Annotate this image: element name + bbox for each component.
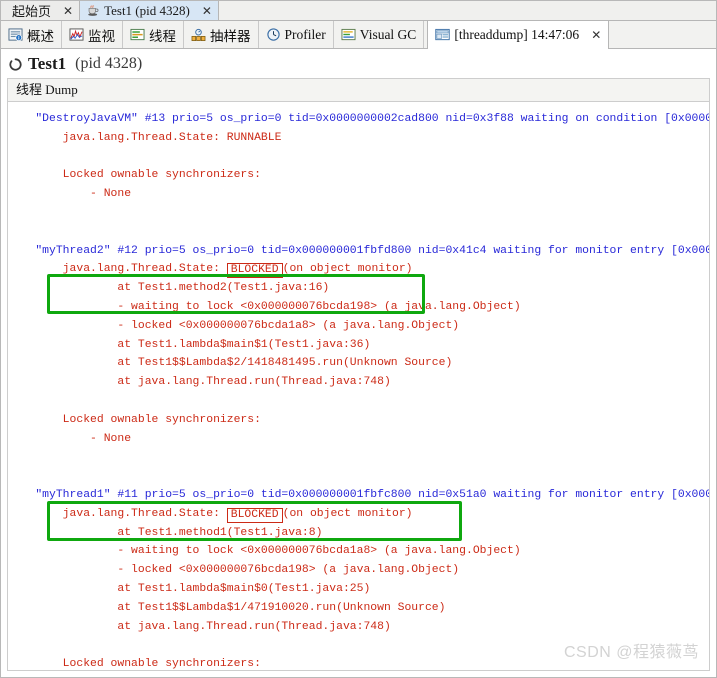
dump-line: at Test1$$Lambda$1/471910020.run(Unknown… [8,601,446,614]
document-tab-test1[interactable]: Test1 (pid 4328) ✕ [80,1,219,20]
profiler-clock-icon [266,27,281,42]
tab-label: Profiler [284,26,326,42]
document-tab-start-page[interactable]: 起始页 ✕ [1,1,81,20]
dump-line: at Test1.method2(Test1.java:16) [8,282,330,295]
thread-header-line: "myThread2" #12 prio=5 os_prio=0 tid=0x0… [35,244,709,257]
dump-line: java.lang.Thread.State: BLOCKED (on objec… [8,507,413,523]
view-tab-bar: 概述 监视 线程 抽样器 Profiler Visual GC [threadd… [1,21,716,49]
dump-line: java.lang.Thread.State: BLOCKED (on objec… [8,263,413,279]
thread-dump-text: "DestroyJavaVM" #13 prio=5 os_prio=0 tid… [8,102,709,670]
page-title-pid: (pid 4328) [75,55,143,72]
visualvm-window: 起始页 ✕ Test1 (pid 4328) ✕ 概述 监视 线程 抽样器 Pr… [0,0,717,678]
dump-line: at Test1$$Lambda$2/1418481495.run(Unknow… [8,357,453,370]
document-tab-label: 起始页 [12,4,52,19]
thread-header-line: "myThread1" #11 prio=5 os_prio=0 tid=0x0… [35,488,709,501]
document-tab-bar: 起始页 ✕ Test1 (pid 4328) ✕ [1,1,716,21]
tab-label: 抽样器 [210,28,251,44]
threads-icon [130,28,145,42]
dump-line: - waiting to lock <0x000000076bcda1a8> (… [8,545,521,558]
dump-line: - None [8,432,132,445]
dump-line: java.lang.Thread.State: RUNNABLE [8,131,282,144]
document-tab-label: Test1 (pid 4328) [104,2,190,18]
thread-state-badge: BLOCKED [226,507,283,523]
java-coffee-icon [87,4,100,17]
overview-icon [8,27,23,42]
tab-overview[interactable]: 概述 [1,21,62,48]
close-icon[interactable]: ✕ [202,5,212,17]
sampler-icon [191,28,206,42]
thread-state-badge: BLOCKED [226,263,283,279]
watermark: CSDN @程猿薇茑 [563,644,699,661]
dump-line: - None [8,188,132,201]
dump-line: - waiting to lock <0x000000076bcda198> (… [8,300,521,313]
tab-threads[interactable]: 线程 [123,21,184,48]
dump-line: - locked <0x000000076bcda1a8> (a java.la… [8,319,460,332]
thread-header-line: "DestroyJavaVM" #13 prio=5 os_prio=0 tid… [35,113,709,125]
thread-dump-panel[interactable]: "DestroyJavaVM" #13 prio=5 os_prio=0 tid… [7,102,710,671]
document-tab-filler [218,1,716,20]
dump-line: at Test1.lambda$main$1(Test1.java:36) [8,338,371,351]
close-icon[interactable]: ✕ [63,5,73,17]
dump-line: at Test1.method1(Test1.java:8) [8,526,323,539]
tab-label: Visual GC [359,26,417,42]
view-tab-filler [609,21,716,48]
visual-gc-icon [341,28,356,42]
dump-line: at java.lang.Thread.run(Thread.java:748) [8,620,391,633]
dump-line: at java.lang.Thread.run(Thread.java:748) [8,376,391,389]
threaddump-icon [435,28,451,42]
dump-line: at Test1.lambda$main$0(Test1.java:25) [8,582,371,595]
close-icon[interactable]: ✕ [591,28,601,42]
dump-line: - locked <0x000000076bcda198> (a java.la… [8,564,460,577]
dump-line: Locked ownable synchronizers: [8,169,261,182]
dump-line: Locked ownable synchronizers: [8,413,261,426]
inner-tab-bar: 线程 Dump [7,78,710,102]
inner-tab-thread-dump[interactable]: 线程 Dump [8,80,86,100]
tab-sampler[interactable]: 抽样器 [184,21,259,48]
loading-circle-icon [9,57,22,71]
tab-label: 监视 [88,28,115,44]
monitor-chart-icon [69,27,84,42]
page-title: Test1 [28,54,67,73]
tab-monitor[interactable]: 监视 [62,21,123,48]
tab-visual-gc[interactable]: Visual GC [334,21,425,48]
tab-label: [threaddump] 14:47:06 [454,26,580,42]
tab-threaddump[interactable]: [threaddump] 14:47:06 ✕ [427,21,610,49]
tab-profiler[interactable]: Profiler [259,21,334,48]
tab-label: 概述 [27,28,54,44]
page-title-row: Test1 (pid 4328) [1,49,716,78]
tab-label: 线程 [149,28,176,44]
